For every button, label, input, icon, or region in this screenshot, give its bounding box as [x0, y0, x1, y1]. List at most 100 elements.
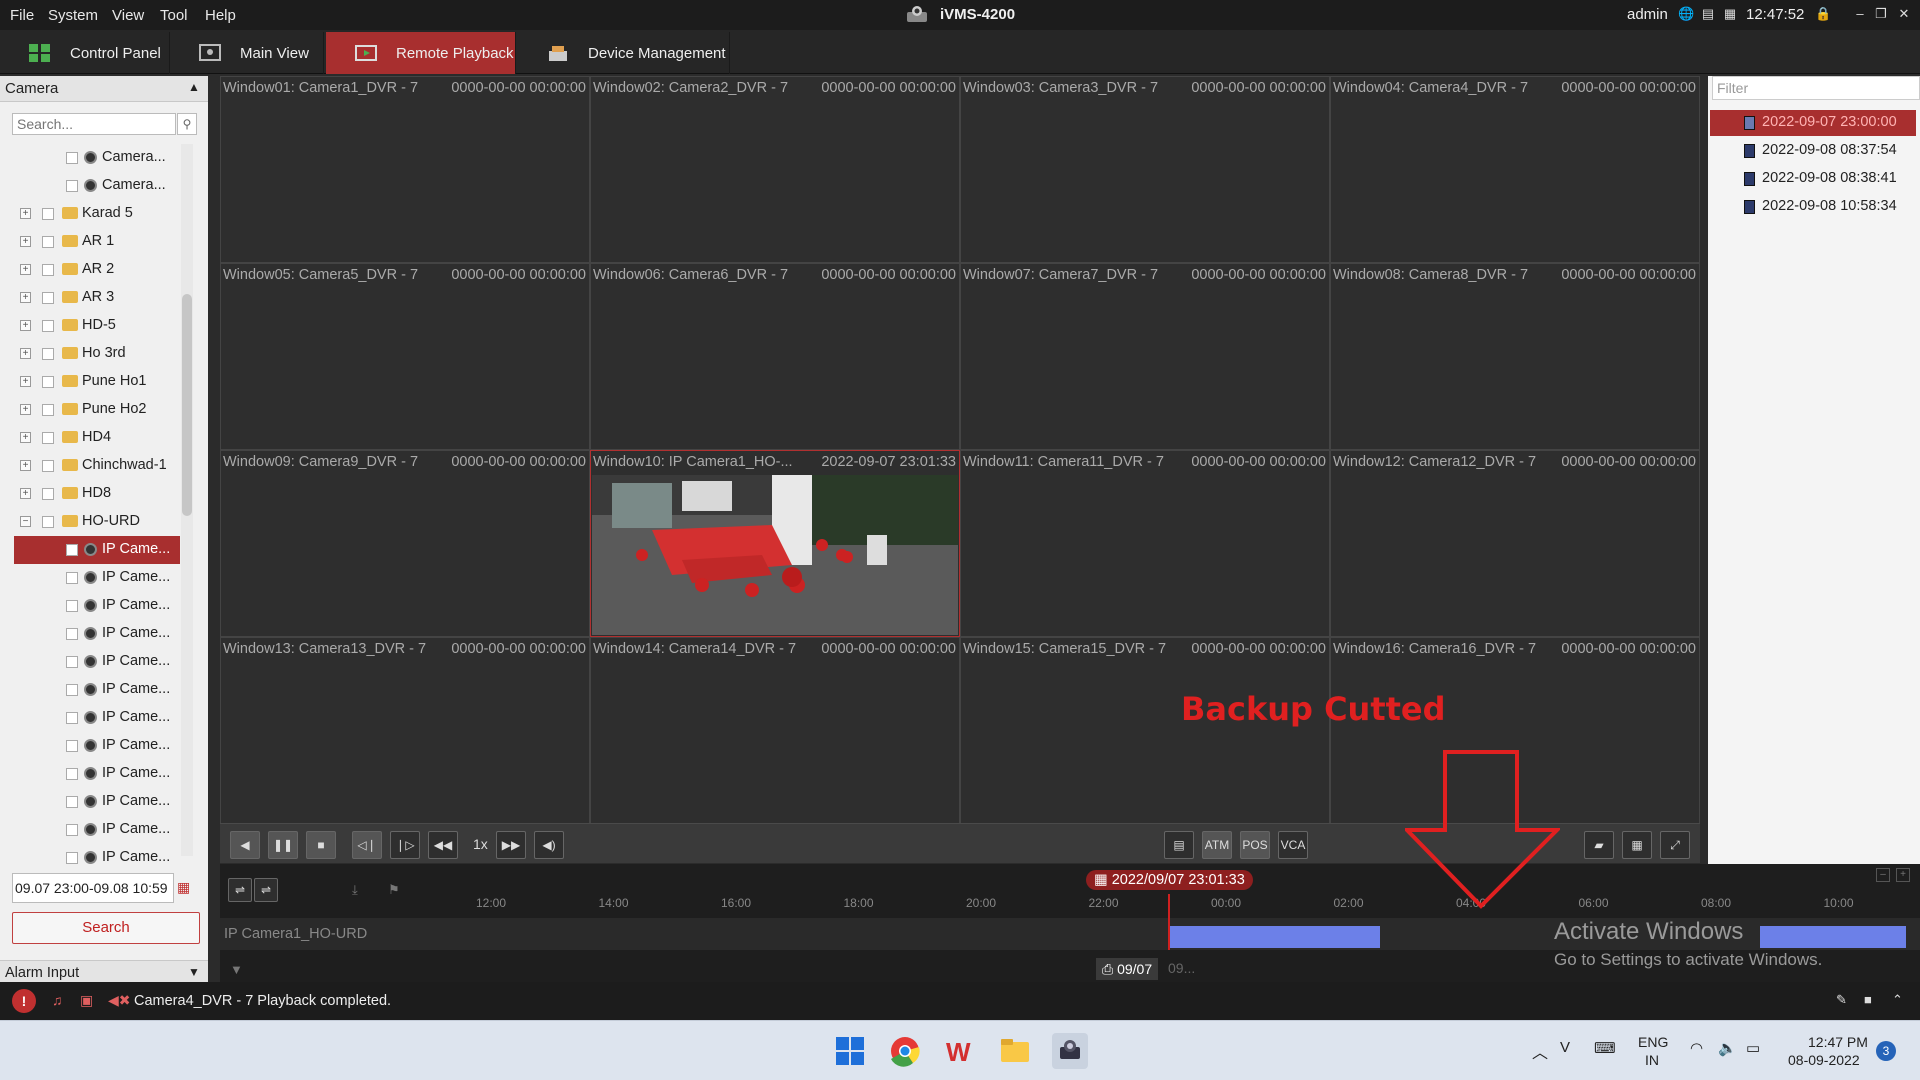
pause-button[interactable]: ❚❚	[268, 831, 298, 859]
playback-window[interactable]: Window08: Camera8_DVR - 7 0000-00-00 00:0…	[1330, 263, 1700, 450]
filter-input[interactable]: Filter	[1712, 76, 1920, 100]
checkbox[interactable]	[42, 460, 54, 472]
restore-icon[interactable]: ❐	[1873, 6, 1889, 22]
playback-window[interactable]: Window07: Camera7_DVR - 7 0000-00-00 00:0…	[960, 263, 1330, 450]
chrome-icon[interactable]	[887, 1033, 923, 1069]
event-icon[interactable]: ◀✖	[108, 992, 131, 1009]
checkbox[interactable]	[66, 740, 78, 752]
tree-camera[interactable]: IP Came...	[14, 816, 180, 844]
chevron-up-icon[interactable]: ︿	[1532, 1039, 1548, 1063]
user-name[interactable]: admin	[1627, 6, 1668, 23]
lock-icon[interactable]: 🔒	[1815, 6, 1831, 22]
expand-icon[interactable]: +	[20, 320, 31, 331]
scrollbar-thumb[interactable]	[182, 294, 192, 516]
camera-search-input[interactable]	[12, 113, 176, 135]
checkbox[interactable]	[42, 376, 54, 388]
filter-icon[interactable]: ▼	[230, 962, 243, 977]
tree-camera[interactable]: IP Came...	[14, 844, 180, 864]
tree-camera[interactable]: IP Came...	[14, 788, 180, 816]
taskbar-time[interactable]: 12:47 PM	[1808, 1034, 1868, 1050]
tab-control-panel[interactable]: Control Panel	[0, 32, 170, 74]
menu-system[interactable]: System	[48, 7, 98, 24]
speaker-icon[interactable]: 🔈	[1718, 1039, 1737, 1057]
expand-icon[interactable]: +	[20, 376, 31, 387]
playback-window[interactable]: Window14: Camera14_DVR - 7 0000-00-00 00:…	[590, 637, 960, 824]
notification-badge[interactable]: 3	[1876, 1041, 1896, 1061]
timeline-zoom-out-icon[interactable]: ⇌	[228, 878, 252, 902]
window-icon[interactable]: ■	[1864, 992, 1872, 1007]
alarm-sound-icon[interactable]: ♫	[52, 992, 63, 1008]
tree-folder[interactable]: + Pune Ho2	[14, 396, 180, 424]
keyboard-tray-icon[interactable]: ⌨	[1594, 1039, 1616, 1057]
checkbox[interactable]	[42, 432, 54, 444]
recording-item[interactable]: 2022-09-08 08:38:41	[1710, 166, 1916, 192]
checkbox[interactable]	[42, 516, 54, 528]
playback-window[interactable]: Window02: Camera2_DVR - 7 0000-00-00 00:0…	[590, 76, 960, 263]
menu-tool[interactable]: Tool	[160, 7, 188, 24]
download-list-icon[interactable]: ▤	[1164, 831, 1194, 859]
alarm-list-icon[interactable]: ▣	[80, 992, 93, 1009]
checkbox[interactable]	[42, 264, 54, 276]
checkbox[interactable]	[66, 628, 78, 640]
checkbox[interactable]	[66, 768, 78, 780]
menu-file[interactable]: File	[10, 7, 34, 24]
tree-folder[interactable]: + Pune Ho1	[14, 368, 180, 396]
tab-remote-playback[interactable]: Remote Playback	[326, 32, 516, 74]
video-feed[interactable]	[592, 475, 958, 635]
expand-icon[interactable]: +	[20, 264, 31, 275]
tree-camera[interactable]: IP Came...	[14, 620, 180, 648]
keyboard-icon[interactable]: ▤	[1700, 6, 1716, 22]
file-explorer-icon[interactable]	[997, 1033, 1033, 1069]
menu-help[interactable]: Help	[205, 7, 236, 24]
download-icon[interactable]: ⤓	[352, 882, 358, 898]
playback-window[interactable]: Window09: Camera9_DVR - 7 0000-00-00 00:0…	[220, 450, 590, 637]
fullscreen-icon[interactable]: ⤢	[1660, 831, 1690, 859]
recording-item[interactable]: 2022-09-07 23:00:00	[1710, 110, 1916, 136]
expand-icon[interactable]: +	[20, 208, 31, 219]
tree-folder[interactable]: + Chinchwad-1	[14, 452, 180, 480]
tree-folder[interactable]: + Ho 3rd	[14, 340, 180, 368]
alarm-warning-icon[interactable]: !	[12, 989, 36, 1013]
pos-icon[interactable]: POS	[1240, 831, 1270, 859]
tree-camera[interactable]: Camera...	[14, 172, 180, 200]
search-icon[interactable]: ⚲	[177, 113, 197, 135]
playback-window[interactable]: Window15: Camera15_DVR - 7 0000-00-00 00:…	[960, 637, 1330, 824]
bookmark-icon[interactable]: ⚑	[388, 882, 400, 898]
expand-icon[interactable]: +	[20, 404, 31, 415]
checkbox[interactable]	[42, 208, 54, 220]
tree-scrollbar[interactable]	[181, 144, 193, 856]
tree-camera[interactable]: IP Came...	[14, 648, 180, 676]
speed-up-button[interactable]: ▶▶	[496, 831, 526, 859]
vca-icon[interactable]: VCA	[1278, 831, 1308, 859]
camera-settings-icon[interactable]: ▰	[1584, 831, 1614, 859]
recording-item[interactable]: 2022-09-08 10:58:34	[1710, 194, 1916, 220]
expand-icon[interactable]: +	[20, 348, 31, 359]
tree-folder[interactable]: + AR 3	[14, 284, 180, 312]
camera-panel-header[interactable]: Camera ▲	[0, 76, 208, 102]
timeline-plus-icon[interactable]: +	[1896, 868, 1910, 882]
checkbox[interactable]	[42, 404, 54, 416]
checkbox[interactable]	[66, 544, 78, 556]
tree-camera[interactable]: IP Came...	[14, 676, 180, 704]
battery-icon[interactable]: ▭	[1746, 1039, 1760, 1057]
tree-folder[interactable]: + HD8	[14, 480, 180, 508]
tab-device-management[interactable]: Device Management	[518, 32, 730, 74]
volume-icon[interactable]: ◀)	[534, 831, 564, 859]
taskbar-date[interactable]: 08-09-2022	[1788, 1052, 1860, 1068]
expand-icon[interactable]: +	[20, 432, 31, 443]
checkbox[interactable]	[66, 684, 78, 696]
start-icon[interactable]	[832, 1033, 868, 1069]
tree-folder[interactable]: + AR 1	[14, 228, 180, 256]
playback-window[interactable]: Window03: Camera3_DVR - 7 0000-00-00 00:0…	[960, 76, 1330, 263]
language-code[interactable]: ENG	[1638, 1034, 1668, 1050]
checkbox[interactable]	[66, 712, 78, 724]
wps-office-icon[interactable]: W	[942, 1033, 978, 1069]
checkbox[interactable]	[42, 292, 54, 304]
collapse-icon[interactable]: ▲	[188, 80, 200, 94]
tab-main-view[interactable]: Main View	[170, 32, 324, 74]
alarm-input-header[interactable]: Alarm Input ▼	[0, 960, 208, 984]
minimize-icon[interactable]: –	[1852, 6, 1868, 22]
menu-view[interactable]: View	[112, 7, 144, 24]
checkbox[interactable]	[42, 488, 54, 500]
tree-camera[interactable]: IP Came...	[14, 536, 180, 564]
